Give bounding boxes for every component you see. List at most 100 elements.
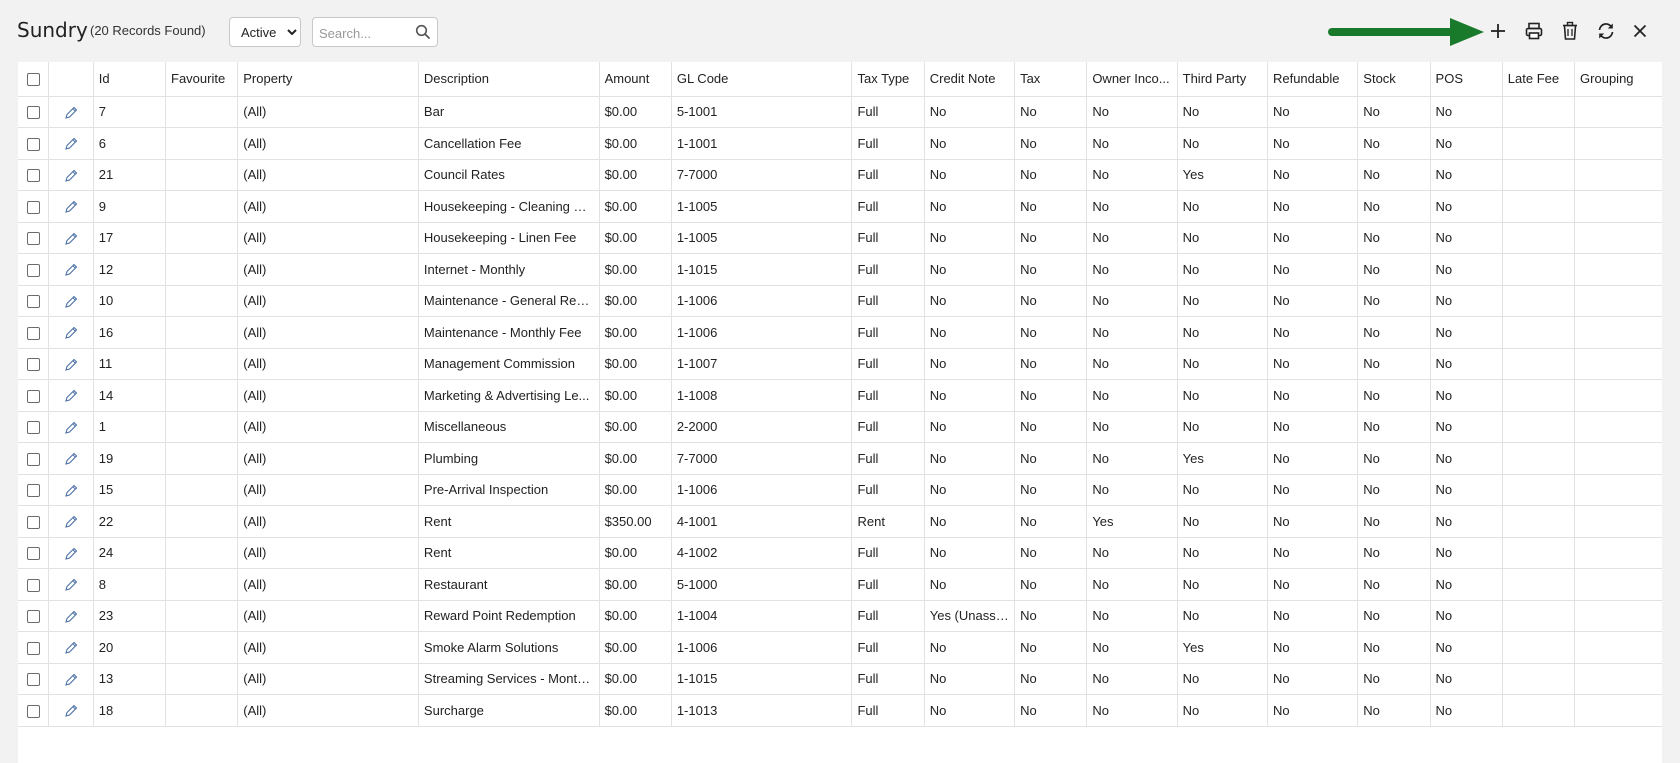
row-checkbox[interactable] [27, 200, 40, 214]
pencil-icon[interactable] [64, 578, 78, 592]
row-checkbox[interactable] [27, 578, 40, 592]
row-edit-cell[interactable] [47, 316, 94, 349]
column-header-owner-inco[interactable]: Owner Inco... [1086, 62, 1178, 97]
table-row[interactable]: 17 (All) Housekeeping - Linen Fee $0.00 1-10… [18, 222, 1662, 254]
search-input[interactable] [319, 24, 409, 42]
print-button[interactable] [1521, 18, 1547, 44]
row-checkbox[interactable] [27, 326, 40, 340]
select-all-checkbox-cell[interactable] [18, 62, 49, 97]
row-checkbox-cell[interactable] [18, 96, 49, 128]
pencil-icon[interactable] [64, 389, 78, 403]
row-checkbox-cell[interactable] [18, 379, 49, 412]
column-header-third-party[interactable]: Third Party [1176, 62, 1268, 97]
row-edit-cell[interactable] [47, 537, 94, 569]
row-checkbox[interactable] [27, 389, 40, 403]
row-checkbox-cell[interactable] [18, 159, 49, 191]
row-edit-cell[interactable] [47, 127, 94, 160]
row-edit-cell[interactable] [47, 96, 94, 128]
table-row[interactable]: 13 (All) Streaming Services - Monthly $0.00… [18, 663, 1662, 695]
row-edit-cell[interactable] [47, 631, 94, 664]
row-checkbox-cell[interactable] [18, 411, 49, 443]
pencil-icon[interactable] [64, 610, 78, 624]
row-checkbox[interactable] [27, 452, 40, 466]
column-header-amount[interactable]: Amount [598, 62, 672, 97]
row-checkbox-cell[interactable] [18, 253, 49, 286]
table-row[interactable]: 11 (All) Management Commission $0.00 1-1007 F… [18, 348, 1662, 380]
search-icon[interactable] [415, 24, 431, 40]
row-checkbox-cell[interactable] [18, 568, 49, 601]
row-checkbox-cell[interactable] [18, 663, 49, 695]
column-header-gl-code[interactable]: GL Code [670, 62, 852, 97]
row-edit-cell[interactable] [47, 411, 94, 443]
pencil-icon[interactable] [64, 547, 78, 561]
table-row[interactable]: 22 (All) Rent $350.00 4-1001 Rent No No Yes No No N… [18, 505, 1662, 538]
pencil-icon[interactable] [64, 200, 78, 214]
column-header-late-fee[interactable]: Late Fee [1501, 62, 1575, 97]
table-row[interactable]: 16 (All) Maintenance - Monthly Fee $0.00 1-1… [18, 316, 1662, 349]
column-header-credit-note[interactable]: Credit Note [923, 62, 1015, 97]
column-header-description[interactable]: Description [417, 62, 600, 97]
row-checkbox-cell[interactable] [18, 190, 49, 223]
row-checkbox[interactable] [27, 106, 40, 120]
row-checkbox[interactable] [27, 169, 40, 183]
table-row[interactable]: 15 (All) Pre-Arrival Inspection $0.00 1-1006… [18, 474, 1662, 506]
row-checkbox[interactable] [27, 295, 40, 309]
column-header-refundable[interactable]: Refundable [1266, 62, 1358, 97]
table-row[interactable]: 21 (All) Council Rates $0.00 7-7000 Full No No N… [18, 159, 1662, 191]
row-checkbox-cell[interactable] [18, 348, 49, 380]
row-edit-cell[interactable] [47, 663, 94, 695]
column-header-stock[interactable]: Stock [1357, 62, 1431, 97]
row-checkbox[interactable] [27, 641, 40, 655]
row-checkbox[interactable] [27, 484, 40, 498]
row-edit-cell[interactable] [47, 568, 94, 601]
table-row[interactable]: 12 (All) Internet - Monthly $0.00 1-1015 Full… [18, 253, 1662, 286]
row-checkbox-cell[interactable] [18, 694, 49, 727]
row-checkbox-cell[interactable] [18, 285, 49, 317]
pencil-icon[interactable] [64, 641, 78, 655]
row-checkbox-cell[interactable] [18, 505, 49, 538]
row-checkbox[interactable] [27, 610, 40, 624]
row-edit-cell[interactable] [47, 600, 94, 632]
column-header-grouping[interactable]: Grouping [1574, 62, 1662, 97]
row-checkbox[interactable] [27, 547, 40, 561]
row-checkbox-cell[interactable] [18, 316, 49, 349]
pencil-icon[interactable] [64, 232, 78, 246]
row-edit-cell[interactable] [47, 222, 94, 254]
row-edit-cell[interactable] [47, 474, 94, 506]
table-row[interactable]: 19 (All) Plumbing $0.00 7-7000 Full No No No Yes N… [18, 442, 1662, 475]
table-row[interactable]: 8 (All) Restaurant $0.00 5-1000 Full No No No No N… [18, 568, 1662, 601]
row-edit-cell[interactable] [47, 285, 94, 317]
table-row[interactable]: 6 (All) Cancellation Fee $0.00 1-1001 Full No N… [18, 127, 1662, 160]
row-checkbox-cell[interactable] [18, 631, 49, 664]
row-checkbox-cell[interactable] [18, 442, 49, 475]
table-row[interactable]: 20 (All) Smoke Alarm Solutions $0.00 1-1006 F… [18, 631, 1662, 664]
pencil-icon[interactable] [64, 421, 78, 435]
row-checkbox[interactable] [27, 673, 40, 687]
select-all-checkbox[interactable] [27, 73, 40, 87]
pencil-icon[interactable] [64, 673, 78, 687]
row-edit-cell[interactable] [47, 253, 94, 286]
table-row[interactable]: 24 (All) Rent $0.00 4-1002 Full No No No No No No No [18, 537, 1662, 569]
row-checkbox[interactable] [27, 421, 40, 435]
table-row[interactable]: 7 (All) Bar $0.00 5-1001 Full No No No No No No No [18, 96, 1662, 128]
row-checkbox-cell[interactable] [18, 537, 49, 569]
column-header-id[interactable]: Id [92, 62, 166, 97]
row-edit-cell[interactable] [47, 505, 94, 538]
row-checkbox-cell[interactable] [18, 127, 49, 160]
pencil-icon[interactable] [64, 704, 78, 718]
pencil-icon[interactable] [64, 515, 78, 529]
pencil-icon[interactable] [64, 137, 78, 151]
row-edit-cell[interactable] [47, 190, 94, 223]
table-row[interactable]: 10 (All) Maintenance - General Rep... $0.00… [18, 285, 1662, 317]
row-edit-cell[interactable] [47, 694, 94, 727]
column-header-tax-type[interactable]: Tax Type [851, 62, 925, 97]
row-edit-cell[interactable] [47, 159, 94, 191]
row-checkbox-cell[interactable] [18, 600, 49, 632]
table-row[interactable]: 14 (All) Marketing & Advertising Le... $0.0… [18, 379, 1662, 412]
table-row[interactable]: 23 (All) Reward Point Redemption $0.00 1-100… [18, 600, 1662, 632]
row-checkbox-cell[interactable] [18, 474, 49, 506]
row-checkbox[interactable] [27, 232, 40, 246]
column-header-favourite[interactable]: Favourite [165, 62, 238, 97]
pencil-icon[interactable] [64, 295, 78, 309]
pencil-icon[interactable] [64, 452, 78, 466]
